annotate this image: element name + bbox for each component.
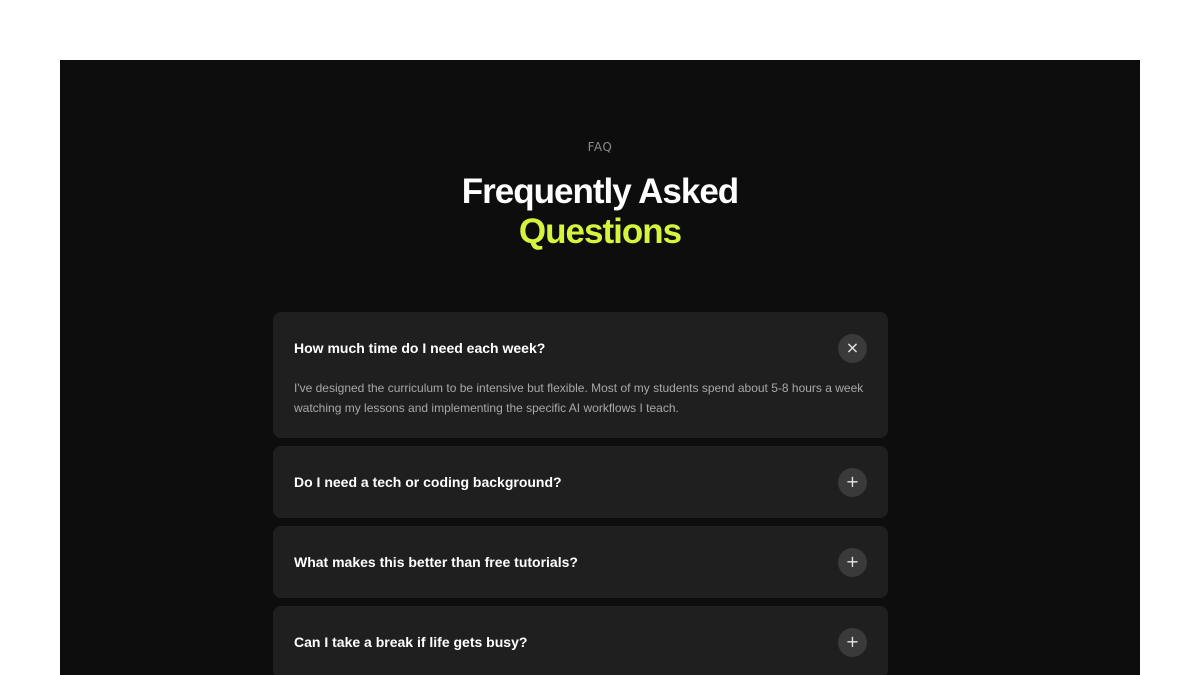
faq-item: Do I need a tech or coding background? + (273, 446, 888, 518)
faq-question-row[interactable]: How much time do I need each week? × (273, 312, 888, 384)
faq-question: Can I take a break if life gets busy? (294, 634, 528, 650)
close-icon[interactable]: × (838, 333, 867, 363)
plus-icon[interactable]: + (838, 467, 867, 497)
faq-question: Do I need a tech or coding background? (294, 474, 562, 490)
faq-item: What makes this better than free tutoria… (273, 526, 888, 598)
plus-icon[interactable]: + (838, 627, 867, 657)
faq-question: What makes this better than free tutoria… (294, 554, 578, 570)
faq-answer: I've designed the curriculum to be inten… (294, 381, 864, 415)
faq-item: Can I take a break if life gets busy? + (273, 606, 888, 675)
faq-question-row[interactable]: What makes this better than free tutoria… (273, 526, 888, 598)
section-title: Frequently Asked Questions (60, 172, 1140, 252)
faq-question-row[interactable]: Do I need a tech or coding background? + (273, 446, 888, 518)
faq-question-row[interactable]: Can I take a break if life gets busy? + (273, 606, 888, 675)
plus-icon[interactable]: + (838, 547, 867, 577)
section-eyebrow: FAQ (587, 140, 613, 154)
faq-item: How much time do I need each week? × I'v… (273, 312, 888, 438)
faq-question: How much time do I need each week? (294, 340, 546, 356)
title-line-2-accent: Questions (518, 212, 682, 251)
title-line-1: Frequently Asked (461, 172, 739, 211)
faq-list: How much time do I need each week? × I'v… (273, 312, 888, 675)
faq-section: FAQ Frequently Asked Questions How much … (60, 60, 1140, 675)
